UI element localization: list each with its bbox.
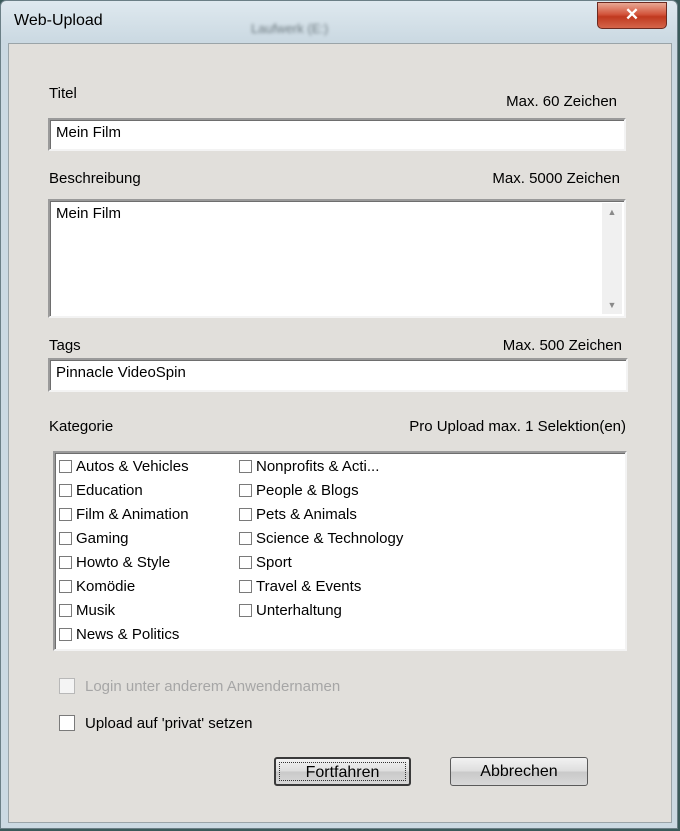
login-other-user-checkbox [59,678,75,694]
checkbox[interactable] [239,603,252,617]
login-other-user-option: Login unter anderem Anwendernamen [59,675,340,697]
kategorie-item[interactable]: Unterhaltung [239,599,342,621]
scroll-down-icon[interactable]: ▼ [602,296,622,314]
window-title: Web-Upload [14,12,103,29]
close-button[interactable]: ✕ [597,2,667,29]
beschreibung-textarea[interactable]: Mein Film ▲ ▼ [48,199,626,318]
kategorie-item[interactable]: Sport [239,551,292,573]
checkbox[interactable] [239,555,252,569]
upload-private-checkbox[interactable] [59,715,75,731]
beschreibung-label: Beschreibung [49,170,141,187]
beschreibung-max-label: Max. 5000 Zeichen [492,170,620,187]
checkbox[interactable] [239,531,252,545]
checkbox[interactable] [239,579,252,593]
cancel-button[interactable]: Abbrechen [450,757,588,786]
beschreibung-value: Mein Film [56,205,122,222]
web-upload-dialog: Web-Upload Laufwerk (E:) ✕ Titel Max. 60… [0,0,678,829]
tags-value: Pinnacle VideoSpin [56,364,186,381]
continue-button[interactable]: Fortfahren [274,757,411,786]
kategorie-item[interactable]: Komödie [59,575,135,597]
kategorie-listbox[interactable]: Autos & Vehicles Education Film & Animat… [53,451,627,651]
tags-max-label: Max. 500 Zeichen [502,337,622,354]
vertical-scrollbar[interactable]: ▲ ▼ [602,203,622,314]
focus-rectangle [279,762,406,781]
checkbox[interactable] [59,459,72,473]
upload-private-option[interactable]: Upload auf 'privat' setzen [59,712,253,734]
close-icon: ✕ [624,5,640,24]
titel-value: Mein Film [56,124,122,141]
checkbox[interactable] [59,483,72,497]
kategorie-item[interactable]: News & Politics [59,623,179,645]
kategorie-item[interactable]: People & Blogs [239,479,359,501]
dialog-body: Titel Max. 60 Zeichen Mein Film Beschrei… [8,43,672,823]
kategorie-item[interactable]: Nonprofits & Acti... [239,455,379,477]
scroll-up-icon[interactable]: ▲ [602,203,622,221]
checkbox[interactable] [59,531,72,545]
title-bar[interactable]: Web-Upload Laufwerk (E:) ✕ [1,1,677,43]
kategorie-item[interactable]: Autos & Vehicles [59,455,189,477]
kategorie-item[interactable]: Musik [59,599,115,621]
kategorie-max-label: Pro Upload max. 1 Selektion(en) [409,418,626,435]
checkbox[interactable] [239,459,252,473]
tags-input[interactable]: Pinnacle VideoSpin [48,358,628,392]
checkbox[interactable] [239,483,252,497]
kategorie-item[interactable]: Travel & Events [239,575,361,597]
tags-label: Tags [49,337,81,354]
kategorie-item[interactable]: Howto & Style [59,551,170,573]
kategorie-item[interactable]: Science & Technology [239,527,403,549]
background-window-title: Laufwerk (E:) [251,21,329,36]
kategorie-item[interactable]: Pets & Animals [239,503,357,525]
titel-max-label: Max. 60 Zeichen [506,93,617,110]
checkbox[interactable] [59,603,72,617]
titel-input[interactable]: Mein Film [48,118,626,151]
checkbox[interactable] [239,507,252,521]
kategorie-item[interactable]: Gaming [59,527,129,549]
kategorie-item[interactable]: Film & Animation [59,503,189,525]
kategorie-label: Kategorie [49,418,114,435]
checkbox[interactable] [59,555,72,569]
checkbox[interactable] [59,627,72,641]
titel-label: Titel [49,85,77,102]
checkbox[interactable] [59,579,72,593]
kategorie-item[interactable]: Education [59,479,143,501]
checkbox[interactable] [59,507,72,521]
